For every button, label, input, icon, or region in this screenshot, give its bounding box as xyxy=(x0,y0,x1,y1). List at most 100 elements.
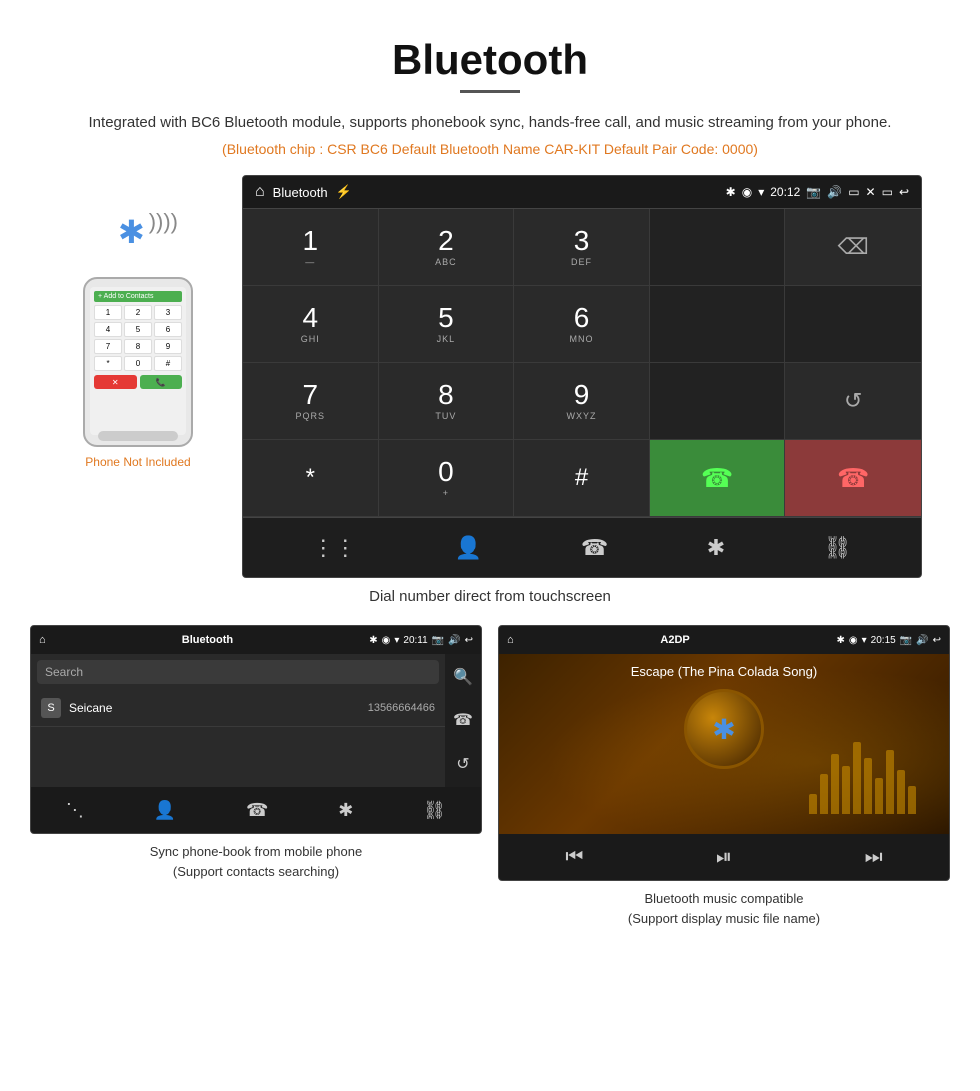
key-2[interactable]: 2 ABC xyxy=(379,209,515,286)
main-caption: Dial number direct from touchscreen xyxy=(0,588,980,605)
screen-icon: ▭ xyxy=(848,185,859,199)
pb-bluetooth-icon[interactable]: ✱ xyxy=(338,800,353,821)
key-3[interactable]: 3 DEF xyxy=(514,209,650,286)
key-empty-1 xyxy=(650,209,786,286)
dialer-grid: 1 — 2 ABC 3 DEF ⌫ 4 GHI 5 JKL xyxy=(243,208,921,517)
music-bt-icon: ✱ xyxy=(712,713,735,746)
key-0[interactable]: 0 + xyxy=(379,440,515,517)
pb-user-icon[interactable]: 👤 xyxy=(154,800,176,821)
music-cam-icon: 📷 xyxy=(900,635,912,646)
play-pause-button[interactable]: ⏯ xyxy=(716,846,732,869)
pb-app-name: Bluetooth xyxy=(46,634,370,646)
prev-track-button[interactable]: ⏮ xyxy=(565,846,583,869)
music-gps-icon: ◉ xyxy=(849,635,858,646)
phone-screen: + Add to Contacts 123 456 789 *0# ✕ 📞 xyxy=(90,287,186,435)
pb-bt-icon: ✱ xyxy=(369,635,377,646)
pb-grid-icon[interactable]: ⋱ xyxy=(66,800,84,821)
bluetooth-action-icon[interactable]: ✱ xyxy=(707,535,725,561)
contact-row: S Seicane 13566664466 xyxy=(31,690,445,727)
signal-arc-icon: )))) xyxy=(149,209,178,235)
pb-phone-icon[interactable]: ☎ xyxy=(246,800,268,821)
statusbar-right: ✱ ◉ ▾ 20:12 📷 🔊 ▭ ✕ ▭ ↩ xyxy=(726,185,909,199)
statusbar-app-name: Bluetooth xyxy=(273,185,328,200)
contact-letter: S xyxy=(41,698,61,718)
music-controls: ⏮ ⏯ ⏭ xyxy=(499,834,949,880)
key-backspace[interactable]: ⌫ xyxy=(785,209,921,286)
music-back-icon: ↩ xyxy=(933,635,941,646)
key-empty-2 xyxy=(650,286,786,363)
pb-link-icon[interactable]: ⛓ xyxy=(423,800,446,821)
next-track-button[interactable]: ⏭ xyxy=(865,846,883,869)
pb-back-icon: ↩ xyxy=(465,635,473,646)
contact-phone: 13566664466 xyxy=(368,702,435,714)
music-app-name: A2DP xyxy=(514,634,837,646)
key-end-call[interactable]: ☎ xyxy=(785,440,921,517)
phone-screen-header: + Add to Contacts xyxy=(94,291,182,302)
phonebook-search[interactable]: Search xyxy=(37,660,439,684)
bottom-panels: ⌂ Bluetooth ✱ ◉ ▾ 20:11 📷 🔊 ↩ Search xyxy=(0,625,980,928)
pb-refresh-icon[interactable]: ↺ xyxy=(456,754,469,774)
bluetooth-icon: ✱ xyxy=(118,213,145,251)
pb-time: 20:11 xyxy=(403,635,427,646)
link-action-icon[interactable]: ⛓ xyxy=(824,535,852,561)
grid-action-icon[interactable]: ⋮⋮ xyxy=(312,535,356,561)
key-5[interactable]: 5 JKL xyxy=(379,286,515,363)
pb-statusbar-right: ✱ ◉ ▾ 20:11 📷 🔊 ↩ xyxy=(369,635,473,646)
bt-status-icon: ✱ xyxy=(726,185,736,199)
key-8[interactable]: 8 TUV xyxy=(379,363,515,440)
key-6[interactable]: 6 MNO xyxy=(514,286,650,363)
camera-icon: 📷 xyxy=(806,185,821,199)
phone-keypad: 123 456 789 *0# xyxy=(94,305,182,371)
pb-wifi-icon: ▾ xyxy=(394,635,399,646)
music-song-title: Escape (The Pina Colada Song) xyxy=(621,664,827,679)
title-underline xyxy=(460,90,520,93)
contact-name: Seicane xyxy=(69,701,368,715)
music-screen: ⌂ A2DP ✱ ◉ ▾ 20:15 📷 🔊 ↩ Escape (The Pin… xyxy=(498,625,950,881)
gps-icon: ◉ xyxy=(742,185,752,199)
phone-image: + Add to Contacts 123 456 789 *0# ✕ 📞 xyxy=(83,277,193,447)
dialer-bottom-bar: ⋮⋮ 👤 ☎ ✱ ⛓ xyxy=(243,517,921,577)
key-1[interactable]: 1 — xyxy=(243,209,379,286)
key-empty-4 xyxy=(650,363,786,440)
phonebook-sidebar: 🔍 ☎ ↺ xyxy=(445,654,481,787)
usb-icon: ⚡ xyxy=(336,184,352,200)
close-icon: ✕ xyxy=(866,185,876,199)
music-album-art: ✱ xyxy=(684,689,764,769)
phone-not-included-label: Phone Not Included xyxy=(85,455,190,469)
music-time: 20:15 xyxy=(871,635,896,646)
home-icon: ⌂ xyxy=(255,183,265,201)
music-panel: ⌂ A2DP ✱ ◉ ▾ 20:15 📷 🔊 ↩ Escape (The Pin… xyxy=(498,625,950,928)
key-redial[interactable]: ↺ xyxy=(785,363,921,440)
music-bt-stat-icon: ✱ xyxy=(837,635,845,646)
phonebook-wrapper: Search S Seicane 13566664466 🔍 ☎ ↺ xyxy=(31,654,481,787)
music-body: Escape (The Pina Colada Song) ✱ xyxy=(499,654,949,834)
android-statusbar: ⌂ Bluetooth ⚡ ✱ ◉ ▾ 20:12 📷 🔊 ▭ ✕ ▭ ↩ xyxy=(243,176,921,208)
key-call[interactable]: ☎ xyxy=(650,440,786,517)
key-star[interactable]: * xyxy=(243,440,379,517)
phonebook-caption: Sync phone-book from mobile phone (Suppo… xyxy=(30,842,482,881)
contacts-action-icon[interactable]: 👤 xyxy=(455,535,482,561)
phone-home-button xyxy=(98,431,178,441)
bluetooth-signal-area: ✱ )))) xyxy=(98,205,178,265)
key-7[interactable]: 7 PQRS xyxy=(243,363,379,440)
music-wifi-icon: ▾ xyxy=(862,635,867,646)
music-home-icon: ⌂ xyxy=(507,634,514,646)
phone-side: ✱ )))) + Add to Contacts 123 456 789 *0# xyxy=(58,205,218,469)
phonebook-panel: ⌂ Bluetooth ✱ ◉ ▾ 20:11 📷 🔊 ↩ Search xyxy=(30,625,482,928)
music-statusbar: ⌂ A2DP ✱ ◉ ▾ 20:15 📷 🔊 ↩ xyxy=(499,626,949,654)
call-action-icon[interactable]: ☎ xyxy=(581,535,608,561)
phonebook-screen: ⌂ Bluetooth ✱ ◉ ▾ 20:11 📷 🔊 ↩ Search xyxy=(30,625,482,834)
pb-home-icon: ⌂ xyxy=(39,634,46,646)
key-hash[interactable]: # xyxy=(514,440,650,517)
pb-camera-icon: 📷 xyxy=(432,635,444,646)
pb-call-icon[interactable]: ☎ xyxy=(453,710,473,730)
music-vol-icon: 🔊 xyxy=(916,635,928,646)
phonebook-bottom-bar: ⋱ 👤 ☎ ✱ ⛓ xyxy=(31,787,481,833)
phonebook-empty-space xyxy=(31,727,445,787)
window-icon: ▭ xyxy=(882,185,893,199)
statusbar-time: 20:12 xyxy=(770,185,800,199)
pb-search-icon[interactable]: 🔍 xyxy=(453,667,473,687)
volume-icon: 🔊 xyxy=(827,185,842,199)
key-4[interactable]: 4 GHI xyxy=(243,286,379,363)
key-9[interactable]: 9 WXYZ xyxy=(514,363,650,440)
